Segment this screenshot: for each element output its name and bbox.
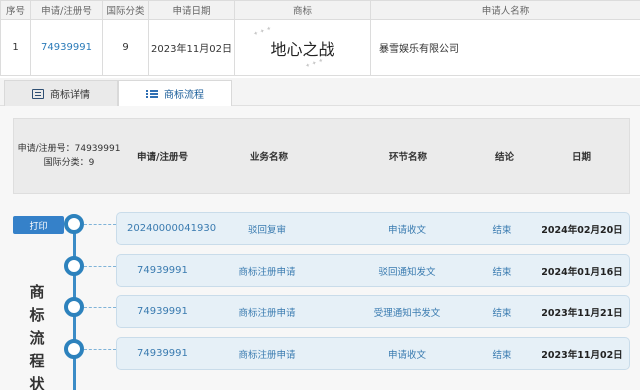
print-button[interactable]: 打印: [13, 216, 64, 234]
flow-info-reg: 申请/注册号：74939991: [17, 144, 121, 154]
timeline-node: [64, 297, 84, 317]
flow-row-reg-no: 74939991: [137, 306, 188, 317]
flow-row-reg-no: 74939991: [137, 348, 188, 359]
flow-row: 20240000041930 驳回复审 申请收文 结束 2024年02月20日: [116, 212, 630, 245]
timeline-connector: [84, 349, 116, 350]
flow-row-step: 申请收文: [387, 349, 426, 361]
timeline-connector: [84, 266, 116, 267]
timeline-node: [64, 339, 84, 359]
header-reg-no: 申请/注册号: [30, 0, 103, 20]
result-table: 序号 申请/注册号 国际分类 申请日期 商标 申请人名称 1 74939991 …: [0, 0, 640, 76]
flow-info: 申请/注册号：74939991 国际分类：9: [14, 119, 124, 193]
flow-row-result: 结束: [492, 307, 512, 319]
side-label-char: 商: [29, 283, 45, 301]
timeline-node: [64, 256, 84, 276]
flow-row-step: 驳回通知发文: [378, 266, 436, 278]
col-result: 结论: [495, 152, 515, 163]
flow-side-label: 商 标 流 程 状: [22, 281, 52, 390]
trademark-text: 地心之战: [270, 39, 335, 59]
header-trademark: 商标: [234, 0, 371, 20]
row-class: 9: [102, 19, 149, 76]
flow-row-result: 结束: [492, 349, 512, 361]
flow-info-class: 国际分类：9: [43, 158, 95, 168]
row-apply-date: 2023年11月02日: [148, 19, 235, 76]
flow-row-step: 申请收文: [387, 224, 426, 236]
col-business: 业务名称: [250, 152, 289, 163]
timeline-connector: [84, 224, 116, 225]
flow-row: 74939991 商标注册申请 受理通知书发文 结束 2023年11月21日: [116, 295, 630, 328]
flow-row-business: 驳回复审: [247, 224, 286, 236]
tab-trademark-details[interactable]: 商标详情: [4, 80, 118, 106]
flow-row: 74939991 商标注册申请 申请收文 结束 2023年11月02日: [116, 337, 630, 370]
timeline-connector: [84, 307, 116, 308]
col-step: 环节名称: [389, 152, 428, 163]
result-table-header: 序号 申请/注册号 国际分类 申请日期 商标 申请人名称: [0, 0, 640, 20]
col-date: 日期: [572, 152, 592, 163]
flow-panel: 申请/注册号：74939991 国际分类：9 申请/注册号 业务名称 环节名称 …: [0, 106, 640, 390]
side-label-char: 程: [29, 352, 45, 370]
tab-trademark-flow[interactable]: 商标流程: [118, 80, 232, 106]
side-label-char: 标: [29, 306, 45, 324]
flow-row-result: 结束: [492, 224, 512, 236]
col-reg-no: 申请/注册号: [137, 152, 188, 163]
side-label-char: 状: [29, 375, 45, 390]
flow-row-date: 2024年01月16日: [541, 266, 623, 278]
flow-row-date: 2024年02月20日: [541, 224, 623, 236]
row-reg-no-link[interactable]: 74939991: [30, 19, 103, 76]
flow-row-reg-no: 20240000041930: [127, 223, 217, 234]
flow-row-business: 商标注册申请: [238, 307, 296, 319]
tab-bar: 商标详情 商标流程: [0, 78, 640, 106]
header-apply-date: 申请日期: [148, 0, 235, 20]
header-class: 国际分类: [102, 0, 149, 20]
watermark: ✦ ✦ ✦: [252, 24, 273, 39]
document-icon: [32, 88, 44, 99]
side-label-char: 流: [29, 329, 45, 347]
row-applicant: 暴雪娱乐有限公司: [370, 19, 640, 76]
flow-row: 74939991 商标注册申请 驳回通知发文 结束 2024年01月16日: [116, 254, 630, 287]
header-index: 序号: [0, 0, 31, 20]
header-applicant: 申请人名称: [370, 0, 640, 20]
table-row[interactable]: 1 74939991 9 2023年11月02日 ✦ ✦ ✦ 地心之战 ✦ ✦ …: [0, 19, 640, 76]
flow-row-step: 受理通知书发文: [373, 307, 441, 319]
row-index: 1: [0, 19, 31, 76]
flow-row-reg-no: 74939991: [137, 265, 188, 276]
flow-row-date: 2023年11月02日: [541, 349, 623, 361]
flow-row-business: 商标注册申请: [238, 349, 296, 361]
list-icon: [146, 89, 158, 99]
flow-header: 申请/注册号：74939991 国际分类：9 申请/注册号 业务名称 环节名称 …: [13, 118, 630, 194]
flow-row-date: 2023年11月21日: [541, 307, 623, 319]
tab-label: 商标流程: [164, 90, 204, 101]
tab-label: 商标详情: [50, 90, 90, 101]
timeline-node: [64, 214, 84, 234]
flow-row-result: 结束: [492, 266, 512, 278]
row-trademark[interactable]: ✦ ✦ ✦ 地心之战 ✦ ✦ ✦: [234, 19, 371, 76]
flow-row-business: 商标注册申请: [238, 266, 296, 278]
